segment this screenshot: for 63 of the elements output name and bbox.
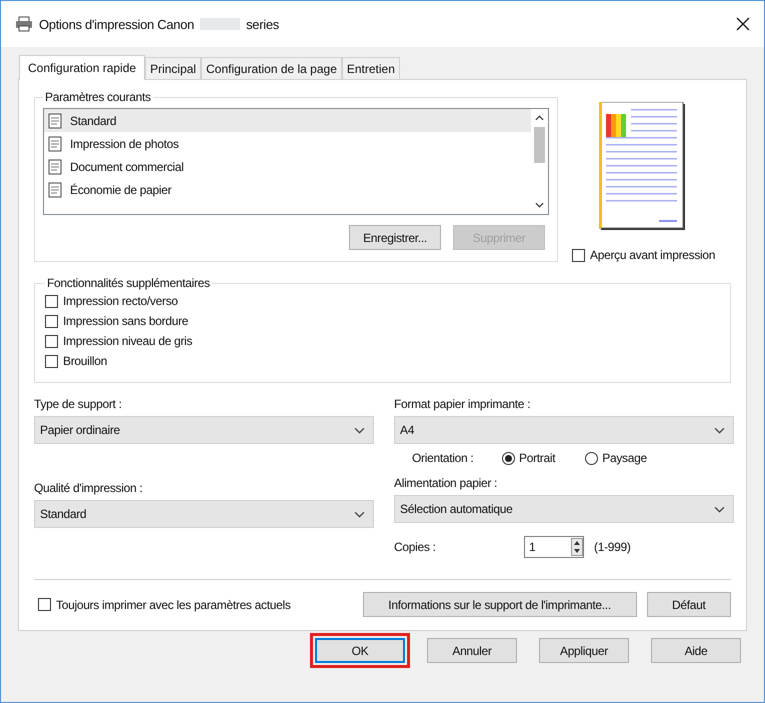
document-icon	[48, 182, 62, 198]
group-title: Paramètres courants	[44, 90, 152, 104]
checkbox[interactable]	[45, 294, 58, 308]
radio-button[interactable]	[502, 452, 515, 464]
radio-option[interactable]: Paysage	[585, 451, 647, 465]
dialog-button[interactable]: Aide	[651, 638, 741, 663]
printer-info-button[interactable]: Informations sur le support de l'imprimante...	[362, 592, 637, 617]
paper-source-dropdown[interactable]: Sélection automatique	[394, 495, 734, 523]
document-icon	[48, 158, 62, 174]
checkbox[interactable]	[572, 248, 585, 262]
chevron-down-icon	[714, 426, 725, 434]
dialog-button[interactable]: Appliquer	[539, 638, 629, 663]
field-label: Orientation :	[412, 451, 474, 465]
preset-button[interactable]: Enregistrer...	[349, 225, 441, 250]
checkbox[interactable]	[45, 354, 58, 368]
tab[interactable]: Configuration de la page	[201, 57, 342, 79]
media-type-dropdown[interactable]: Papier ordinaire	[34, 416, 374, 444]
window-title: Options d'impression Canon	[39, 16, 194, 32]
checkbox-label: Impression sans bordure	[63, 314, 188, 328]
redacted-block	[200, 18, 240, 30]
copies-spinner[interactable]: 1	[524, 536, 584, 558]
radio-button[interactable]	[585, 452, 598, 464]
checkbox[interactable]	[45, 334, 58, 348]
scroll-down-icon[interactable]	[535, 202, 544, 208]
printer-icon	[15, 16, 33, 32]
document-icon	[48, 136, 62, 152]
preset-list[interactable]: Standard Impression de photos Document commercial Économie de papier	[43, 108, 549, 215]
default-button[interactable]: Défaut	[646, 592, 731, 617]
checkbox-label: Toujours imprimer avec les paramètres actuels	[56, 598, 291, 612]
preset-item[interactable]: Standard	[44, 109, 531, 132]
checkbox-label: Aperçu avant impression	[590, 248, 716, 262]
field-label: Qualité d'impression :	[34, 481, 144, 495]
radio-option[interactable]: Portrait	[502, 451, 556, 465]
chevron-down-icon	[354, 426, 365, 434]
checkbox[interactable]	[45, 314, 58, 328]
field-label: Alimentation papier :	[394, 476, 498, 490]
document-icon	[48, 112, 62, 128]
spin-arrows-icon	[571, 538, 583, 556]
scrollbar-thumb[interactable]	[534, 127, 545, 163]
chevron-down-icon	[714, 506, 725, 512]
paper-size-dropdown[interactable]: A4	[394, 416, 734, 444]
preset-item[interactable]: Impression de photos	[44, 132, 531, 155]
preset-item[interactable]: Économie de papier	[44, 178, 531, 201]
close-icon[interactable]	[736, 17, 750, 31]
field-label: Copies :	[394, 540, 437, 554]
group-title: Fonctionnalités supplémentaires	[46, 276, 211, 290]
checkbox[interactable]	[38, 598, 51, 611]
checkbox-label: Impression recto/verso	[63, 294, 178, 308]
dialog-button[interactable]: OK	[315, 638, 405, 663]
copies-range: (1-999)	[594, 540, 631, 554]
print-quality-dropdown[interactable]: Standard	[34, 500, 374, 528]
checkbox-label: Impression niveau de gris	[63, 334, 192, 348]
scroll-up-icon[interactable]	[535, 115, 544, 121]
preset-item[interactable]: Document commercial	[44, 155, 531, 178]
field-label: Format papier imprimante :	[394, 397, 532, 411]
tab[interactable]: Principal	[145, 57, 202, 79]
field-label: Type de support :	[34, 397, 123, 411]
chevron-down-icon	[354, 510, 365, 518]
dialog-button[interactable]: Annuler	[427, 638, 517, 663]
tab[interactable]: Entretien	[342, 57, 400, 79]
checkbox-label: Brouillon	[63, 354, 107, 368]
window-title-suffix: series	[246, 16, 279, 32]
tab[interactable]: Configuration rapide	[19, 55, 146, 80]
